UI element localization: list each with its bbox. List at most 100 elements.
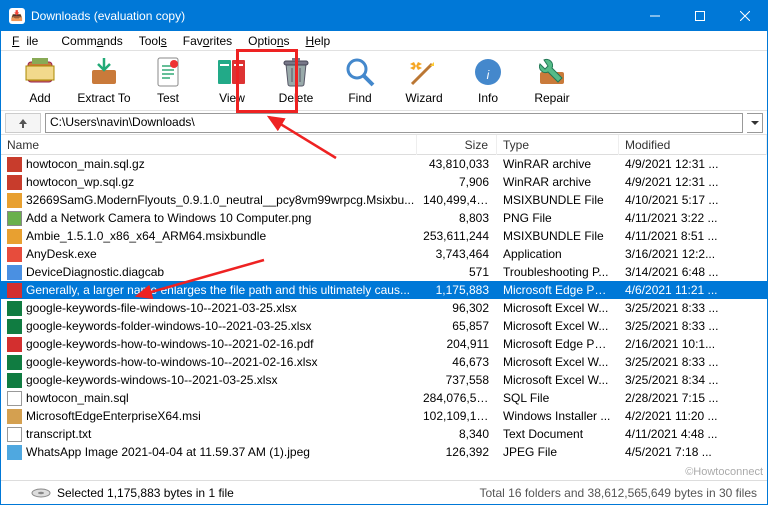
file-modified: 4/9/2021 12:31 ... xyxy=(619,174,767,190)
file-size: 253,611,244 xyxy=(417,228,497,244)
wizard-button[interactable]: Wizard xyxy=(393,52,455,110)
file-row[interactable]: google-keywords-how-to-windows-10--2021-… xyxy=(1,353,767,371)
disk-icon xyxy=(31,487,51,499)
file-modified: 4/9/2021 12:31 ... xyxy=(619,156,767,172)
file-modified: 3/25/2021 8:33 ... xyxy=(619,354,767,370)
col-type[interactable]: Type xyxy=(497,135,619,155)
file-name: MicrosoftEdgeEnterpriseX64.msi xyxy=(26,409,201,423)
file-modified: 3/25/2021 8:33 ... xyxy=(619,318,767,334)
add-button[interactable]: Add xyxy=(9,52,71,110)
file-modified: 3/16/2021 12:2... xyxy=(619,246,767,262)
file-row[interactable]: google-keywords-how-to-windows-10--2021-… xyxy=(1,335,767,353)
file-icon xyxy=(7,409,22,424)
add-icon xyxy=(24,56,56,88)
file-name: google-keywords-file-windows-10--2021-03… xyxy=(26,301,297,315)
file-row[interactable]: transcript.txt8,340Text Document4/11/202… xyxy=(1,425,767,443)
maximize-button[interactable] xyxy=(677,1,722,31)
window-title: Downloads (evaluation copy) xyxy=(31,9,632,23)
extract-button[interactable]: Extract To xyxy=(73,52,135,110)
menu-help[interactable]: Help xyxy=(299,32,338,50)
file-size: 8,340 xyxy=(417,426,497,442)
file-modified: 4/11/2021 4:48 ... xyxy=(619,426,767,442)
file-modified: 4/11/2021 3:22 ... xyxy=(619,210,767,226)
file-row[interactable]: 32669SamG.ModernFlyouts_0.9.1.0_neutral_… xyxy=(1,191,767,209)
status-selected: Selected 1,175,883 bytes in 1 file xyxy=(57,486,234,500)
file-name: google-keywords-windows-10--2021-03-25.x… xyxy=(26,373,277,387)
file-modified: 4/5/2021 7:18 ... xyxy=(619,444,767,460)
file-type: Troubleshooting P... xyxy=(497,264,619,280)
file-row[interactable]: howtocon_main.sql284,076,548SQL File2/28… xyxy=(1,389,767,407)
path-dropdown[interactable] xyxy=(747,113,763,133)
file-row[interactable]: google-keywords-windows-10--2021-03-25.x… xyxy=(1,371,767,389)
file-size: 7,906 xyxy=(417,174,497,190)
file-name: google-keywords-how-to-windows-10--2021-… xyxy=(26,355,317,369)
file-type: SQL File xyxy=(497,390,619,406)
file-size: 204,911 xyxy=(417,336,497,352)
col-name[interactable]: Name xyxy=(1,135,417,155)
test-icon xyxy=(152,56,184,88)
file-row[interactable]: Ambie_1.5.1.0_x86_x64_ARM64.msixbundle25… xyxy=(1,227,767,245)
file-name: 32669SamG.ModernFlyouts_0.9.1.0_neutral_… xyxy=(26,193,414,207)
path-input[interactable]: C:\Users\navin\Downloads\ xyxy=(45,113,743,133)
file-icon xyxy=(7,265,22,280)
file-icon xyxy=(7,373,22,388)
file-row[interactable]: google-keywords-folder-windows-10--2021-… xyxy=(1,317,767,335)
file-icon xyxy=(7,193,22,208)
delete-button[interactable]: Delete xyxy=(265,52,327,110)
info-button[interactable]: i Info xyxy=(457,52,519,110)
file-type: Microsoft Excel W... xyxy=(497,354,619,370)
file-modified: 3/25/2021 8:34 ... xyxy=(619,372,767,388)
delete-icon xyxy=(280,56,312,88)
file-row[interactable]: WhatsApp Image 2021-04-04 at 11.59.37 AM… xyxy=(1,443,767,461)
file-type: MSIXBUNDLE File xyxy=(497,228,619,244)
file-row[interactable]: howtocon_main.sql.gz43,810,033WinRAR arc… xyxy=(1,155,767,173)
file-row[interactable]: Generally, a larger name enlarges the fi… xyxy=(1,281,767,299)
menu-options[interactable]: Options xyxy=(241,32,296,50)
file-size: 140,499,451 xyxy=(417,192,497,208)
find-button[interactable]: Find xyxy=(329,52,391,110)
file-type: Text Document xyxy=(497,426,619,442)
watermark: ©Howtoconnect xyxy=(685,466,763,478)
file-row[interactable]: howtocon_wp.sql.gz 7,906WinRAR archive4/9… xyxy=(1,173,767,191)
file-type: Windows Installer ... xyxy=(497,408,619,424)
close-button[interactable] xyxy=(722,1,767,31)
menu-file[interactable]: File xyxy=(5,32,52,50)
address-bar: C:\Users\navin\Downloads\ xyxy=(1,111,767,135)
file-row[interactable]: google-keywords-file-windows-10--2021-03… xyxy=(1,299,767,317)
file-icon xyxy=(7,427,22,442)
file-type: Microsoft Excel W... xyxy=(497,372,619,388)
file-modified: 4/2/2021 11:20 ... xyxy=(619,408,767,424)
file-icon xyxy=(7,229,22,244)
menu-commands[interactable]: Commands xyxy=(54,32,129,50)
file-name: howtocon_wp.sql.gz xyxy=(26,175,134,189)
col-size[interactable]: Size xyxy=(417,135,497,155)
toolbar: Add Extract To Test View Delete Find Wiz… xyxy=(1,51,767,111)
file-size: 126,392 xyxy=(417,444,497,460)
file-size: 46,673 xyxy=(417,354,497,370)
file-row[interactable]: Add a Network Camera to Windows 10 Compu… xyxy=(1,209,767,227)
file-row[interactable]: DeviceDiagnostic.diagcab571Troubleshooti… xyxy=(1,263,767,281)
menu-favorites[interactable]: Favorites xyxy=(176,32,239,50)
repair-icon xyxy=(536,56,568,88)
file-size: 65,857 xyxy=(417,318,497,334)
file-size: 3,743,464 xyxy=(417,246,497,262)
file-name: google-keywords-how-to-windows-10--2021-… xyxy=(26,337,313,351)
file-icon xyxy=(7,301,22,316)
file-list[interactable]: howtocon_main.sql.gz43,810,033WinRAR arc… xyxy=(1,155,767,461)
repair-button[interactable]: Repair xyxy=(521,52,583,110)
file-name: google-keywords-folder-windows-10--2021-… xyxy=(26,319,311,333)
file-row[interactable]: MicrosoftEdgeEnterpriseX64.msi102,109,18… xyxy=(1,407,767,425)
status-total: Total 16 folders and 38,612,565,649 byte… xyxy=(479,486,767,500)
file-icon xyxy=(7,283,22,298)
file-row[interactable]: AnyDesk.exe3,743,464Application3/16/2021… xyxy=(1,245,767,263)
col-modified[interactable]: Modified xyxy=(619,135,767,155)
file-name: Generally, a larger name enlarges the fi… xyxy=(26,283,410,297)
view-button[interactable]: View xyxy=(201,52,263,110)
file-size: 96,302 xyxy=(417,300,497,316)
minimize-button[interactable] xyxy=(632,1,677,31)
file-type: WinRAR archive xyxy=(497,174,619,190)
test-button[interactable]: Test xyxy=(137,52,199,110)
up-button[interactable] xyxy=(5,113,41,133)
menu-tools[interactable]: Tools xyxy=(132,32,174,50)
file-icon xyxy=(7,391,22,406)
